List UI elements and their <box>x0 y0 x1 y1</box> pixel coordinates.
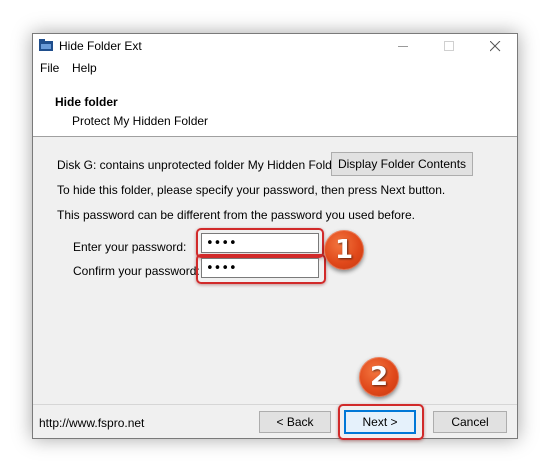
maximize-button[interactable] <box>427 34 473 58</box>
menu-file[interactable]: File <box>40 61 59 75</box>
confirm-password-label: Confirm your password: <box>73 264 200 278</box>
footer-divider <box>33 404 517 405</box>
instruction-text: To hide this folder, please specify your… <box>57 183 446 197</box>
wizard-subtitle: Protect My Hidden Folder <box>72 114 209 128</box>
hide-folder-window: Hide Folder Ext File Help Hide folder Pr… <box>32 33 518 440</box>
minimize-icon <box>398 46 408 47</box>
window-title: Hide Folder Ext <box>59 39 142 53</box>
callout-badge-2: 2 <box>359 357 399 397</box>
menu-help[interactable]: Help <box>72 61 97 75</box>
password-label: Enter your password: <box>73 240 187 254</box>
close-button[interactable] <box>473 34 519 58</box>
wizard-title: Hide folder <box>55 95 118 109</box>
confirm-password-highlight <box>196 254 326 284</box>
next-button-highlight <box>338 404 424 440</box>
title-bar: Hide Folder Ext <box>33 34 517 58</box>
website-link[interactable]: http://www.fspro.net <box>39 416 144 430</box>
menu-bar: File Help <box>33 58 517 78</box>
cancel-button[interactable]: Cancel <box>433 411 507 433</box>
maximize-icon <box>444 41 454 51</box>
folder-icon <box>39 39 53 51</box>
back-button[interactable]: < Back <box>259 411 331 433</box>
callout-badge-1: 1 <box>324 230 364 270</box>
wizard-header: Hide folder Protect My Hidden Folder <box>33 78 517 137</box>
disk-info-text: Disk G: contains unprotected folder My H… <box>57 158 343 172</box>
display-folder-contents-button[interactable]: Display Folder Contents <box>331 152 473 176</box>
note-text: This password can be different from the … <box>57 208 415 222</box>
close-icon <box>490 41 501 52</box>
minimize-button[interactable] <box>381 34 427 58</box>
